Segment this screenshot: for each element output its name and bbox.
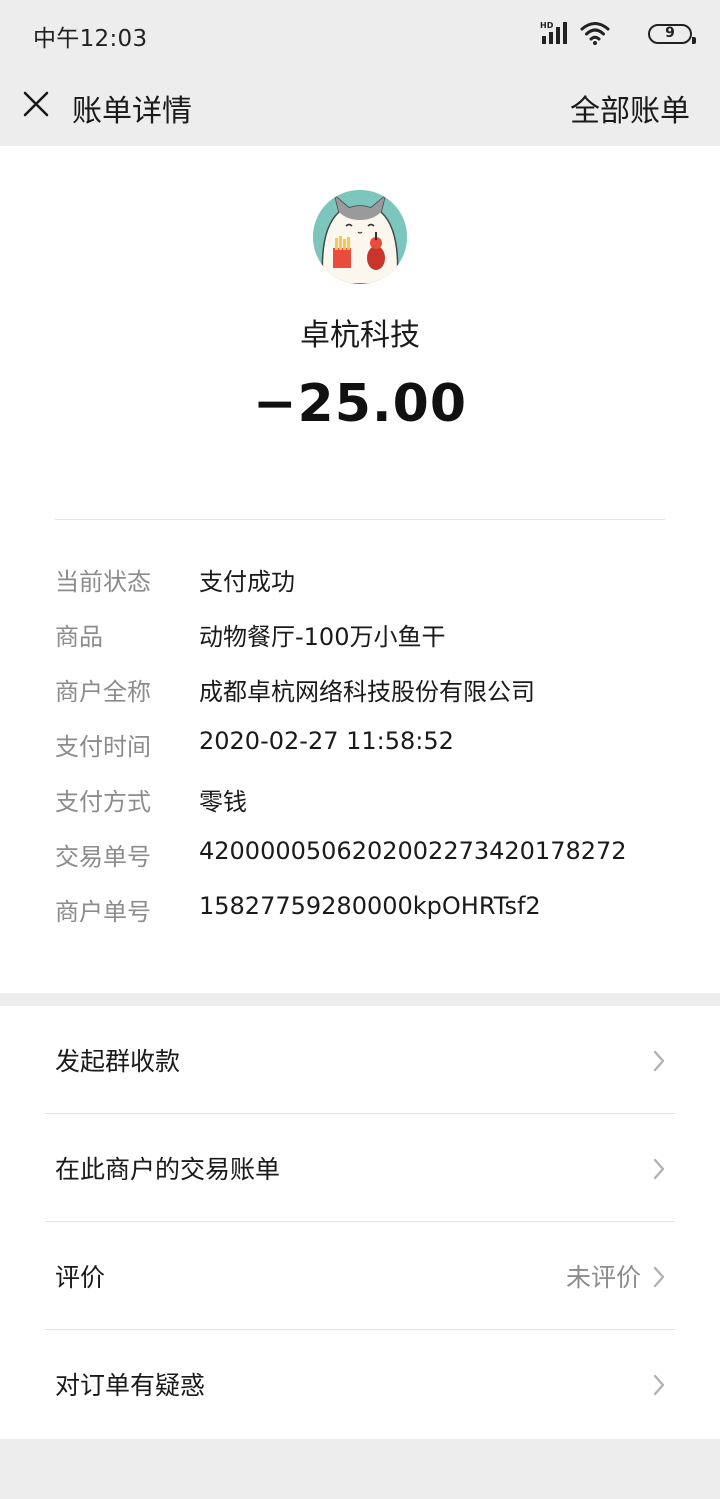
cat-avatar-icon xyxy=(313,190,407,284)
battery-level: 9 xyxy=(665,25,675,41)
actions-menu: 发起群收款 在此商户的交易账单 评价 未评价 对订单有疑惑 xyxy=(0,1006,720,1439)
menu-item-label: 在此商户的交易账单 xyxy=(55,1155,281,1184)
detail-value: 支付成功 xyxy=(199,568,295,596)
detail-row-payment-time: 支付时间 2020-02-27 11:58:52 xyxy=(55,723,675,778)
menu-item-label: 评价 xyxy=(55,1263,106,1292)
menu-item-group-collect[interactable]: 发起群收款 xyxy=(0,1006,720,1114)
signal-icon: HD xyxy=(540,21,567,44)
detail-value: 4200000506202002273420178272 xyxy=(199,837,627,865)
status-bar: 中午12:03 HD 9 xyxy=(0,0,720,68)
detail-row-product: 商品 动物餐厅-100万小鱼干 xyxy=(55,613,675,668)
detail-value: 零钱 xyxy=(199,788,247,816)
detail-value: 成都卓杭网络科技股份有限公司 xyxy=(199,678,535,706)
detail-value: 动物餐厅-100万小鱼干 xyxy=(199,623,446,651)
wifi-icon xyxy=(580,22,610,45)
chevron-right-icon xyxy=(653,1158,665,1180)
details-list: 当前状态 支付成功 商品 动物餐厅-100万小鱼干 商户全称 成都卓杭网络科技股… xyxy=(55,558,675,943)
menu-item-order-question[interactable]: 对订单有疑惑 xyxy=(0,1330,720,1438)
detail-row-status: 当前状态 支付成功 xyxy=(55,558,675,613)
all-bills-link[interactable]: 全部账单 xyxy=(570,86,690,130)
menu-item-label: 发起群收款 xyxy=(55,1047,181,1076)
signal-hd-label: HD xyxy=(540,21,554,30)
close-icon[interactable] xyxy=(22,90,50,118)
detail-label: 支付时间 xyxy=(55,733,151,761)
chevron-right-icon xyxy=(653,1266,665,1288)
chevron-right-icon xyxy=(653,1374,665,1396)
detail-row-merchant-fullname: 商户全称 成都卓杭网络科技股份有限公司 xyxy=(55,668,675,723)
page-title: 账单详情 xyxy=(72,94,192,129)
divider xyxy=(55,519,665,520)
detail-label: 商品 xyxy=(55,623,103,651)
detail-label: 商户全称 xyxy=(55,678,151,706)
menu-item-label: 对订单有疑惑 xyxy=(55,1371,206,1400)
menu-item-review[interactable]: 评价 未评价 xyxy=(0,1222,720,1330)
detail-row-payment-method: 支付方式 零钱 xyxy=(55,778,675,833)
detail-label: 商户单号 xyxy=(55,898,151,926)
payment-amount: −25.00 xyxy=(252,374,468,434)
nav-bar: 账单详情 全部账单 xyxy=(0,68,720,146)
status-time: 中午12:03 xyxy=(33,26,148,52)
detail-value: 15827759280000kpOHRTsf2 xyxy=(199,892,541,920)
detail-row-merchant-order-id: 商户单号 15827759280000kpOHRTsf2 xyxy=(55,888,675,943)
detail-value: 2020-02-27 11:58:52 xyxy=(199,727,454,755)
chevron-right-icon xyxy=(653,1050,665,1072)
review-status: 未评价 xyxy=(565,1263,641,1292)
detail-label: 当前状态 xyxy=(55,568,151,596)
menu-item-merchant-bills[interactable]: 在此商户的交易账单 xyxy=(0,1114,720,1222)
detail-row-transaction-id: 交易单号 4200000506202002273420178272 xyxy=(55,833,675,888)
detail-label: 支付方式 xyxy=(55,788,151,816)
merchant-name: 卓杭科技 xyxy=(300,318,420,353)
detail-label: 交易单号 xyxy=(55,843,151,871)
battery-icon: 9 xyxy=(648,24,696,44)
bill-summary-card: 卓杭科技 −25.00 当前状态 支付成功 商品 动物餐厅-100万小鱼干 商户… xyxy=(0,146,720,993)
